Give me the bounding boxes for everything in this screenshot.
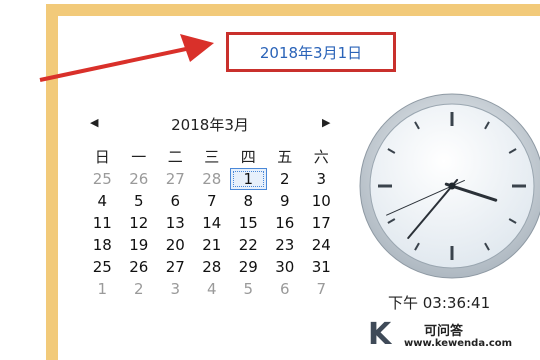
calendar-day[interactable]: 29 [230,257,267,277]
calendar-day[interactable]: 16 [267,213,304,233]
calendar-week: 25 26 27 28 1 2 3 [84,168,340,190]
calendar-day[interactable]: 30 [267,257,304,277]
calendar-day[interactable]: 13 [157,213,194,233]
watermark-logo: K 可问答 www.kewenda.com [368,318,518,354]
calendar-day[interactable]: 24 [303,235,340,255]
calendar-day[interactable]: 6 [157,191,194,211]
calendar-day[interactable]: 21 [194,235,231,255]
watermark-title: 可问答 [424,324,464,339]
calendar-day[interactable]: 15 [230,213,267,233]
calendar-day[interactable]: 18 [84,235,121,255]
calendar-day[interactable]: 28 [194,257,231,277]
calendar-day[interactable]: 22 [230,235,267,255]
weekday-header: 日 一 二 三 四 五 六 [84,146,340,168]
calendar-day[interactable]: 26 [121,257,158,277]
weekday-label: 五 [277,148,293,166]
calendar-day[interactable]: 28 [194,169,231,189]
watermark-url: www.kewenda.com [404,338,513,349]
current-date-text[interactable]: 2018年3月1日 [260,42,362,63]
calendar-day[interactable]: 19 [121,235,158,255]
calendar-day[interactable]: 31 [303,257,340,277]
calendar-day[interactable]: 8 [230,191,267,211]
digital-time: 下午 03:36:41 [388,294,491,312]
calendar-day[interactable]: 5 [121,191,158,211]
calendar-day[interactable]: 7 [303,279,340,299]
calendar-day[interactable]: 3 [157,279,194,299]
calendar-day[interactable]: 25 [84,169,121,189]
calendar-grid: 日 一 二 三 四 五 六 25 26 27 28 1 2 3 4 5 6 7 … [84,146,340,300]
clock-face-icon [359,93,540,279]
calendar-day[interactable]: 2 [121,279,158,299]
weekday-label: 三 [204,148,220,166]
calendar-day[interactable]: 3 [303,169,340,189]
calendar-day[interactable]: 4 [194,279,231,299]
month-title[interactable]: 2018年3月 [150,114,270,135]
calendar-day[interactable]: 10 [303,191,340,211]
calendar-day[interactable]: 4 [84,191,121,211]
next-month-icon[interactable]: ▶ [322,116,330,129]
calendar-day[interactable]: 7 [194,191,231,211]
calendar-day[interactable]: 23 [267,235,304,255]
calendar-day[interactable]: 12 [121,213,158,233]
clock-center [448,182,456,190]
calendar-week: 11 12 13 14 15 16 17 [84,212,340,234]
calendar-day[interactable]: 11 [84,213,121,233]
weekday-label: 一 [131,148,147,166]
watermark-k-icon: K [368,317,392,352]
calendar-day[interactable]: 25 [84,257,121,277]
previous-month-icon[interactable]: ◀ [90,116,98,129]
calendar-day[interactable]: 26 [121,169,158,189]
weekday-label: 二 [167,148,183,166]
calendar-week: 1 2 3 4 5 6 7 [84,278,340,300]
calendar-day[interactable]: 27 [157,257,194,277]
calendar-day[interactable]: 5 [230,279,267,299]
calendar-week: 4 5 6 7 8 9 10 [84,190,340,212]
calendar-day[interactable]: 17 [303,213,340,233]
weekday-label: 六 [313,148,329,166]
calendar-week: 25 26 27 28 29 30 31 [84,256,340,278]
calendar-day[interactable]: 9 [267,191,304,211]
weekday-label: 日 [94,148,110,166]
calendar-day[interactable]: 20 [157,235,194,255]
calendar-day[interactable]: 1 [84,279,121,299]
calendar-day[interactable]: 6 [267,279,304,299]
calendar-week: 18 19 20 21 22 23 24 [84,234,340,256]
calendar-day[interactable]: 14 [194,213,231,233]
analog-clock [354,88,540,284]
weekday-label: 四 [240,148,256,166]
calendar-day[interactable]: 2 [267,169,304,189]
calendar-day[interactable]: 27 [157,169,194,189]
calendar-day-today[interactable]: 1 [230,168,267,190]
current-date-link[interactable]: 2018年3月1日 [226,32,396,72]
